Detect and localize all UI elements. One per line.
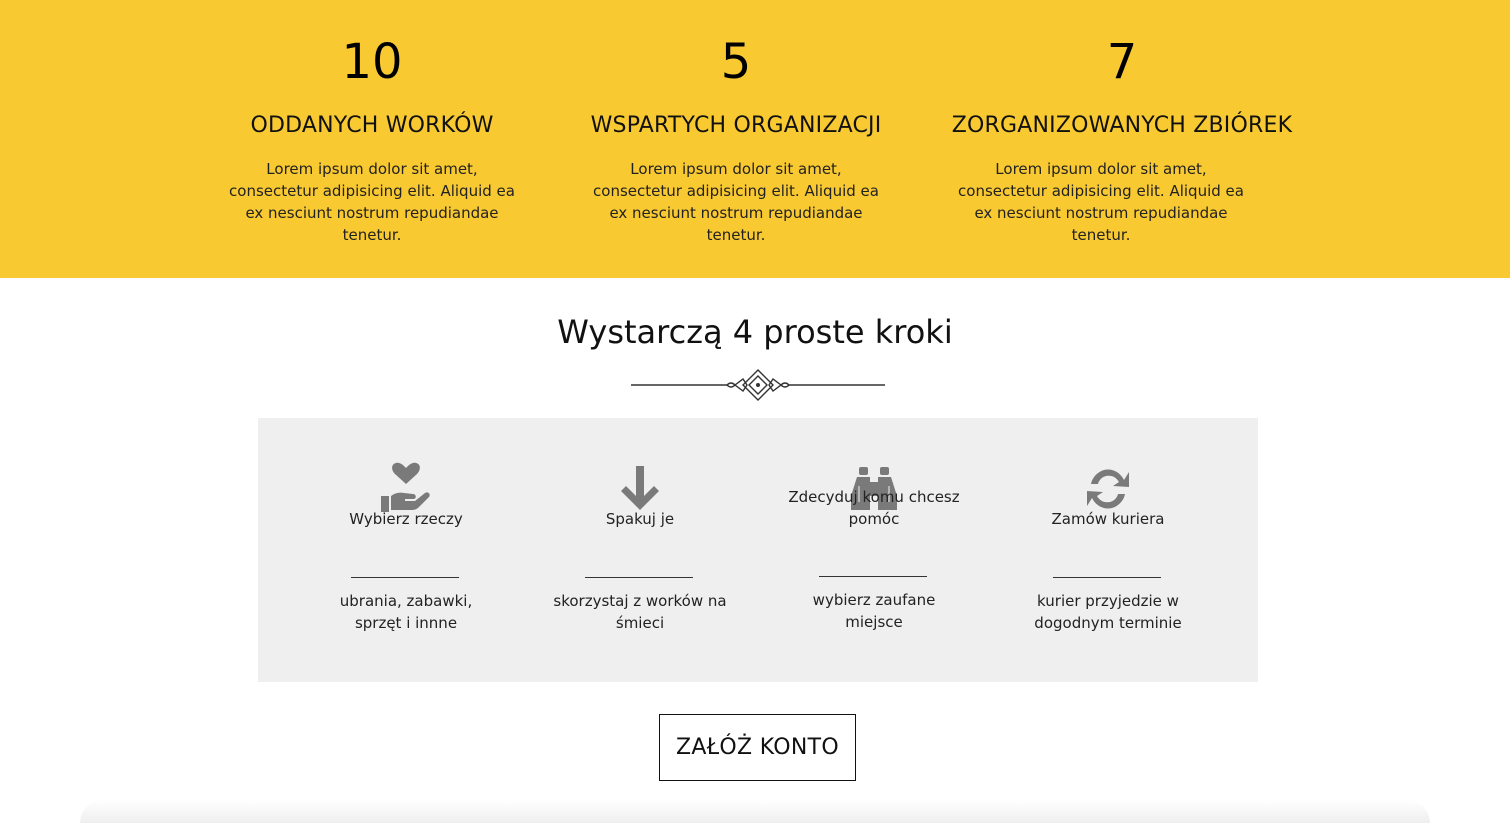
next-section-edge — [80, 800, 1430, 823]
step-decide: Zdecyduj komu chcesz pomóc wybierz zaufa… — [757, 418, 991, 682]
stat-description: Lorem ipsum dolor sit amet, consectetur … — [593, 160, 879, 244]
create-account-button[interactable]: ZAŁÓŻ KONTO — [659, 714, 856, 781]
step-description: kurier przyjedzie w dogodnym terminie — [1034, 592, 1182, 632]
step-pack: Spakuj je skorzystaj z worków na śmieci — [523, 418, 757, 682]
ornament-divider-icon — [631, 369, 885, 401]
step-title: Spakuj je — [605, 510, 675, 528]
step-divider — [819, 576, 927, 577]
step-title: Zamów kuriera — [1051, 510, 1165, 528]
stat-title: WSPARTYCH ORGANIZACJI — [590, 113, 882, 138]
step-divider — [1053, 577, 1161, 578]
stat-title: ODDANYCH WORKÓW — [250, 113, 494, 138]
step-order-courier: Zamów kuriera kurier przyjedzie w dogodn… — [991, 418, 1225, 682]
stat-number: 10 — [341, 34, 403, 90]
steps-title: Wystarczą 4 proste kroki — [557, 313, 953, 351]
step-description: ubrania, zabawki, sprzęt i innne — [339, 592, 473, 632]
step-divider — [351, 577, 459, 578]
step-title: Wybierz rzeczy — [349, 510, 463, 528]
stat-number: 7 — [1106, 34, 1138, 90]
stat-description: Lorem ipsum dolor sit amet, consectetur … — [229, 160, 515, 244]
step-description: skorzystaj z worków na śmieci — [553, 592, 727, 632]
step-divider — [585, 577, 693, 578]
steps-panel: Wybierz rzeczy ubrania, zabawki, sprzęt … — [258, 418, 1258, 682]
step-description: wybierz zaufane miejsce — [812, 591, 936, 631]
step-title: Zdecyduj komu chcesz pomóc — [788, 488, 960, 528]
stats-section: 10 ODDANYCH WORKÓW Lorem ipsum dolor sit… — [0, 0, 1510, 278]
step-choose-items: Wybierz rzeczy ubrania, zabawki, sprzęt … — [289, 418, 523, 682]
stat-number: 5 — [720, 34, 752, 90]
stat-description: Lorem ipsum dolor sit amet, consectetur … — [958, 160, 1244, 244]
stat-title: ZORGANIZOWANYCH ZBIÓREK — [951, 113, 1293, 138]
